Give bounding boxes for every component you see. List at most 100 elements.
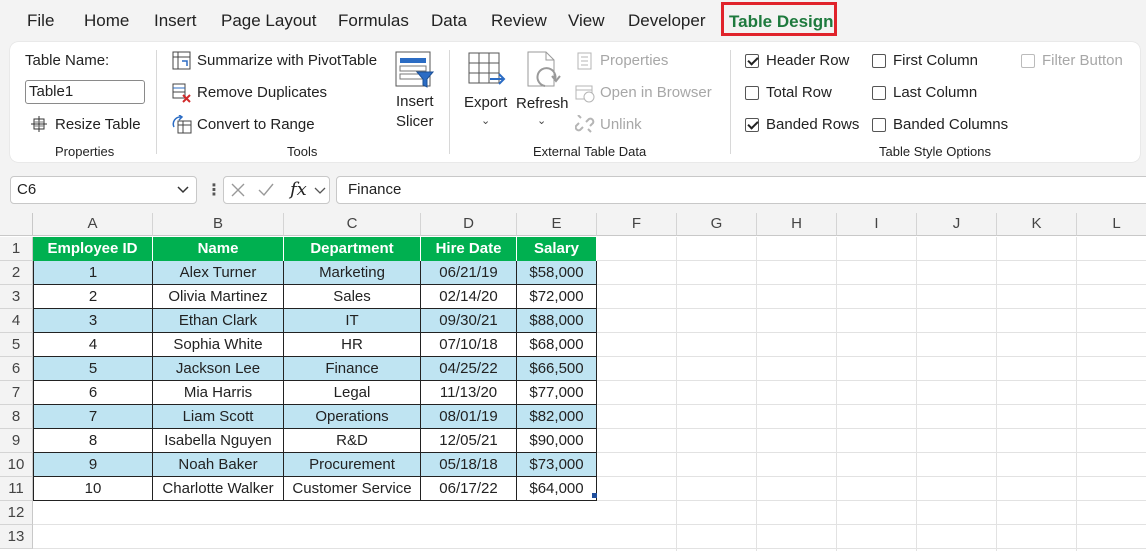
table-cell[interactable]: 07/10/18 (421, 333, 517, 357)
table-cell[interactable]: Procurement (284, 453, 421, 477)
refresh-button[interactable]: Refresh (516, 95, 569, 112)
table-cell[interactable]: $90,000 (517, 429, 597, 453)
header-row-checkbox[interactable] (745, 54, 759, 68)
cancel-formula-icon[interactable] (231, 183, 245, 197)
unlink-button[interactable]: Unlink (600, 116, 642, 133)
table-cell[interactable]: 08/01/19 (421, 405, 517, 429)
name-box-chevron-icon[interactable] (177, 186, 189, 194)
insert-slicer-label-2[interactable]: Slicer (396, 113, 434, 130)
filter-button-checkbox[interactable] (1021, 54, 1035, 68)
row-header-13[interactable]: 13 (0, 525, 33, 549)
properties-button[interactable]: Properties (600, 52, 668, 69)
enter-formula-icon[interactable] (258, 183, 274, 197)
select-all-corner[interactable] (0, 213, 33, 236)
column-header-b[interactable]: B (153, 213, 284, 236)
tab-insert[interactable]: Insert (154, 11, 197, 31)
row-header-4[interactable]: 4 (0, 309, 33, 333)
insert-function-button[interactable]: fx (290, 179, 307, 200)
table-cell[interactable]: 04/25/22 (421, 357, 517, 381)
column-header-l[interactable]: L (1077, 213, 1146, 236)
convert-to-range-button[interactable]: Convert to Range (197, 116, 315, 133)
table-cell[interactable]: Sales (284, 285, 421, 309)
banded-rows-checkbox[interactable] (745, 118, 759, 132)
table-cell[interactable]: Liam Scott (153, 405, 284, 429)
table-cell[interactable]: $82,000 (517, 405, 597, 429)
table-cell[interactable]: Noah Baker (153, 453, 284, 477)
row-header-12[interactable]: 12 (0, 501, 33, 525)
table-header-cell[interactable]: Hire Date (421, 237, 517, 261)
table-cell[interactable]: IT (284, 309, 421, 333)
table-header-cell[interactable]: Name (153, 237, 284, 261)
row-header-5[interactable]: 5 (0, 333, 33, 357)
tab-developer[interactable]: Developer (628, 11, 706, 31)
table-cell[interactable]: 6 (33, 381, 153, 405)
tab-view[interactable]: View (568, 11, 605, 31)
formula-bar-grip-icon[interactable]: ⋮ (206, 180, 222, 200)
column-header-k[interactable]: K (997, 213, 1077, 236)
last-column-checkbox[interactable] (872, 86, 886, 100)
table-cell[interactable]: 12/05/21 (421, 429, 517, 453)
table-cell[interactable]: Ethan Clark (153, 309, 284, 333)
table-resize-handle[interactable] (592, 493, 597, 498)
tab-page-layout[interactable]: Page Layout (221, 11, 316, 31)
row-header-2[interactable]: 2 (0, 261, 33, 285)
tab-file[interactable]: File (27, 11, 54, 31)
row-header-9[interactable]: 9 (0, 429, 33, 453)
open-in-browser-button[interactable]: Open in Browser (600, 84, 712, 101)
column-header-i[interactable]: I (837, 213, 917, 236)
export-dropdown-chevron-icon[interactable]: ⌄ (481, 114, 490, 127)
refresh-dropdown-chevron-icon[interactable]: ⌄ (537, 114, 546, 127)
column-header-c[interactable]: C (284, 213, 421, 236)
table-cell[interactable]: $77,000 (517, 381, 597, 405)
table-cell[interactable]: 5 (33, 357, 153, 381)
row-header-8[interactable]: 8 (0, 405, 33, 429)
column-header-e[interactable]: E (517, 213, 597, 236)
table-cell[interactable]: 10 (33, 477, 153, 501)
banded-columns-checkbox[interactable] (872, 118, 886, 132)
tab-home[interactable]: Home (84, 11, 129, 31)
column-header-d[interactable]: D (421, 213, 517, 236)
table-cell[interactable]: Isabella Nguyen (153, 429, 284, 453)
table-cell[interactable]: Customer Service (284, 477, 421, 501)
row-header-6[interactable]: 6 (0, 357, 33, 381)
row-header-3[interactable]: 3 (0, 285, 33, 309)
table-cell[interactable]: Finance (284, 357, 421, 381)
table-cell[interactable]: Operations (284, 405, 421, 429)
column-header-h[interactable]: H (757, 213, 837, 236)
row-header-11[interactable]: 11 (0, 477, 33, 501)
tab-data[interactable]: Data (431, 11, 467, 31)
table-cell[interactable]: 8 (33, 429, 153, 453)
table-header-cell[interactable]: Salary (517, 237, 597, 261)
table-cell[interactable]: Legal (284, 381, 421, 405)
table-cell[interactable]: $68,000 (517, 333, 597, 357)
table-cell[interactable]: R&D (284, 429, 421, 453)
table-cell[interactable]: 2 (33, 285, 153, 309)
table-cell[interactable]: Sophia White (153, 333, 284, 357)
column-header-j[interactable]: J (917, 213, 997, 236)
insert-slicer-label-1[interactable]: Insert (396, 93, 434, 110)
table-cell[interactable]: 11/13/20 (421, 381, 517, 405)
export-button[interactable]: Export (464, 94, 507, 111)
table-cell[interactable]: $66,500 (517, 357, 597, 381)
total-row-checkbox[interactable] (745, 86, 759, 100)
table-cell[interactable]: 4 (33, 333, 153, 357)
column-header-g[interactable]: G (677, 213, 757, 236)
table-cell[interactable]: $72,000 (517, 285, 597, 309)
table-cell[interactable]: $73,000 (517, 453, 597, 477)
table-cell[interactable]: 3 (33, 309, 153, 333)
row-header-1[interactable]: 1 (0, 237, 33, 261)
column-header-f[interactable]: F (597, 213, 677, 236)
table-cell[interactable]: Olivia Martinez (153, 285, 284, 309)
table-cell[interactable]: 05/18/18 (421, 453, 517, 477)
row-header-10[interactable]: 10 (0, 453, 33, 477)
summarize-pivottable-button[interactable]: Summarize with PivotTable (197, 52, 377, 69)
table-cell[interactable]: Mia Harris (153, 381, 284, 405)
row-header-7[interactable]: 7 (0, 381, 33, 405)
table-name-input[interactable]: Table1 (25, 80, 145, 104)
fx-chevron-icon[interactable] (314, 187, 326, 195)
table-cell[interactable]: HR (284, 333, 421, 357)
column-header-a[interactable]: A (33, 213, 153, 236)
tab-review[interactable]: Review (491, 11, 547, 31)
table-cell[interactable]: 9 (33, 453, 153, 477)
table-cell[interactable]: $64,000 (517, 477, 597, 501)
